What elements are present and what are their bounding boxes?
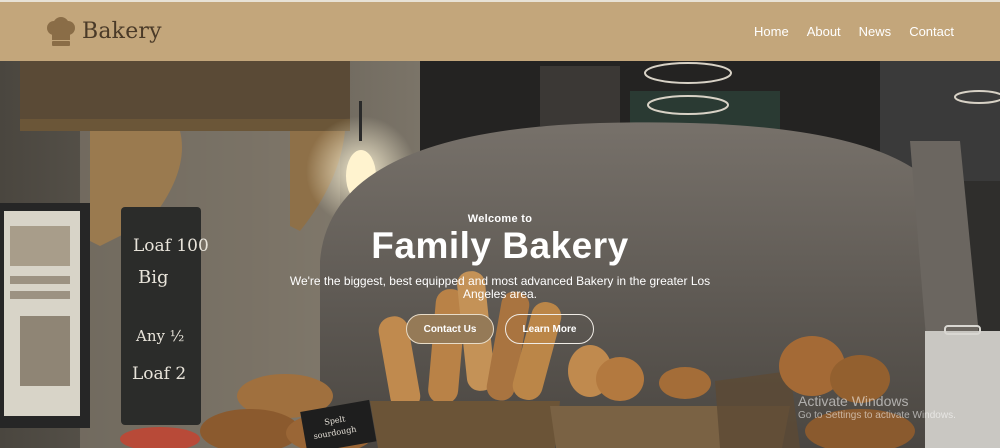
learn-more-button[interactable]: Learn More (505, 314, 594, 344)
chalkboard-line-4: Loaf 2 (132, 364, 186, 384)
activate-windows-watermark: Activate Windows Go to Settings to activ… (798, 393, 956, 421)
contact-us-button[interactable]: Contact Us (406, 314, 494, 344)
nav-news[interactable]: News (859, 24, 892, 39)
watermark-title: Activate Windows (798, 393, 909, 409)
nav-about[interactable]: About (807, 24, 841, 39)
hero-welcome: Welcome to (467, 213, 533, 225)
chef-hat-icon (47, 16, 75, 46)
site-header: Bakery Home About News Contact (0, 2, 1000, 61)
hero-buttons: Contact Us Learn More (0, 314, 1000, 344)
main-nav: Home About News Contact (754, 24, 954, 39)
brand-name: Bakery (82, 19, 162, 44)
brand-logo-link[interactable]: Bakery (44, 16, 162, 47)
watermark-subtitle: Go to Settings to activate Windows. (798, 410, 956, 421)
hero-description: We're the biggest, best equipped and mos… (289, 274, 711, 301)
hero-section: Loaf 100 Big Any ½ Loaf 2 Spelt sourdoug… (0, 61, 1000, 448)
hero-title: Family Bakery (371, 225, 629, 266)
nav-contact[interactable]: Contact (909, 24, 954, 39)
hero-content: Welcome to Family Bakery We're the bigge… (0, 213, 1000, 344)
nav-home[interactable]: Home (754, 24, 789, 39)
page: Bakery Home About News Contact Loaf 100 … (0, 0, 1000, 448)
